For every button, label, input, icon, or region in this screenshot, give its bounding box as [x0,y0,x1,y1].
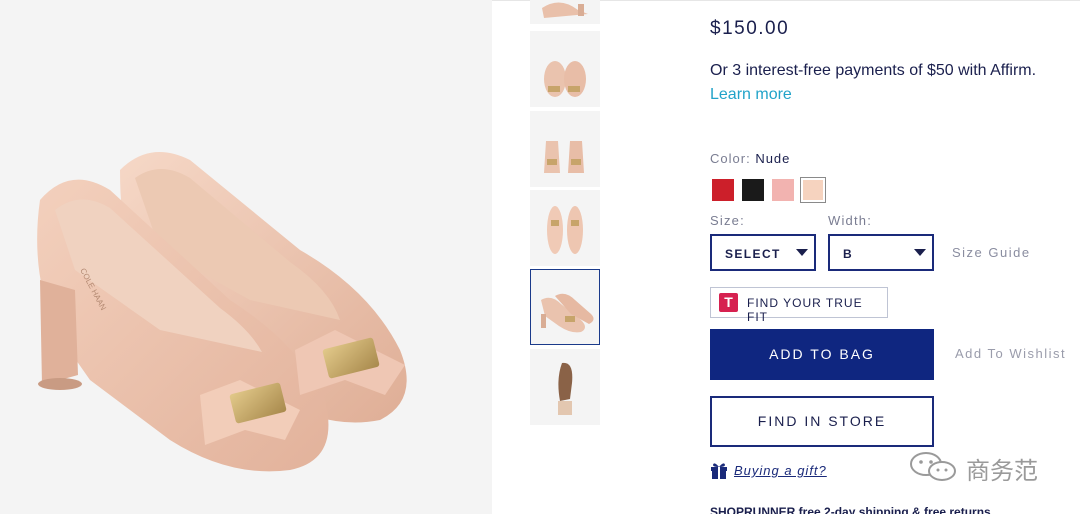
thumbnail-top-down[interactable] [530,190,600,266]
width-select-value: B [843,247,854,261]
color-label-row: Color: Nude [710,151,790,166]
watermark-text: 商务范 [966,457,1038,485]
color-label: Color: [710,151,751,166]
thumbnail-front-pair[interactable] [530,31,600,107]
buying-gift-row[interactable]: Buying a gift? [710,461,826,481]
buying-gift-link: Buying a gift? [734,463,827,478]
size-select[interactable]: SELECT [710,234,816,271]
affirm-financing-text: Or 3 interest-free payments of $50 with … [710,62,1037,79]
width-select[interactable]: B [828,234,934,271]
add-to-bag-button[interactable]: ADD TO BAG [710,329,934,380]
find-in-store-button[interactable]: FIND IN STORE [710,396,934,447]
color-value: Nude [755,151,791,166]
chevron-down-icon [796,249,808,256]
product-info-panel: $150.00 Or 3 interest-free payments of $… [710,0,1080,514]
thumbnail-side-partial[interactable] [530,0,600,24]
wechat-icon [910,452,956,481]
size-select-value: SELECT [725,247,781,261]
truefit-label: FIND YOUR TRUE FIT [747,296,863,324]
thumbnail-front-upright[interactable] [530,111,600,187]
thumbnail-sole[interactable] [530,349,600,425]
width-label: Width: [828,213,873,228]
shoprunner-banner[interactable]: SHOPRUNNER free 2-day shipping & free re… [710,505,991,514]
swatch-nude-fill [803,180,823,200]
thumbnail-shoe-image [547,206,583,254]
thumbnail-shoe-image [541,293,594,333]
thumbnail-shoe-image [542,2,588,18]
wechat-watermark: 商务范 [908,450,1038,485]
thumbnail-shoe-image [544,61,586,97]
product-hero-image[interactable]: COLE HAAN [0,0,492,514]
swatch-pink[interactable] [772,179,794,201]
swatch-red[interactable] [712,179,734,201]
thumbnail-shoe-image [558,362,573,415]
gift-icon [711,463,727,479]
shoe-pair-illustration: COLE HAAN [37,152,407,472]
find-true-fit-button[interactable]: T FIND YOUR TRUE FIT [710,287,888,324]
thumbnail-shoe-image [544,141,584,173]
size-label: Size: [710,213,745,228]
chevron-down-icon [914,249,926,256]
swatch-black[interactable] [742,179,764,201]
product-price: $150.00 [710,18,790,39]
learn-more-link[interactable]: Learn more [710,86,792,104]
thumbnail-angled-pair[interactable] [530,269,600,345]
add-to-wishlist-link[interactable]: Add To Wishlist [955,346,1066,361]
size-guide-link[interactable]: Size Guide [952,245,1031,260]
swatch-nude-selected[interactable] [800,177,826,203]
truefit-logo-icon: T [719,293,738,312]
